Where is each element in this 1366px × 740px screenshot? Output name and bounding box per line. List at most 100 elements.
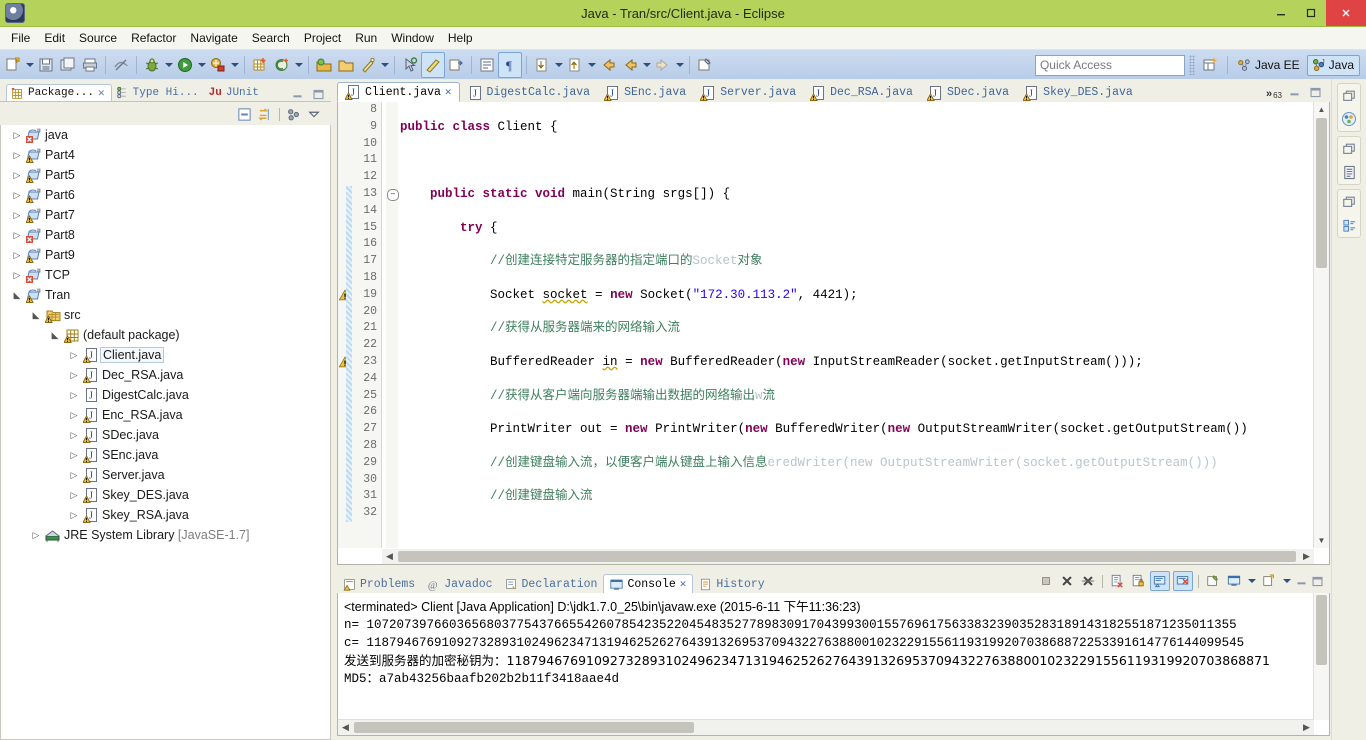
save-icon[interactable]: [35, 53, 57, 77]
open-perspective-icon[interactable]: [1199, 53, 1221, 77]
tree-item-src[interactable]: ◢ src: [1, 305, 330, 325]
minimize-icon[interactable]: [291, 88, 304, 101]
close-icon[interactable]: ✕: [445, 85, 452, 99]
tree-item-senc-java[interactable]: ▷ J SEnc.java: [1, 445, 330, 465]
chevron-right-icon[interactable]: ▷: [66, 390, 82, 401]
forward-icon[interactable]: [652, 53, 674, 77]
tree-item-part6[interactable]: ▷ Part6: [1, 185, 330, 205]
console-tab-problems[interactable]: Problems: [337, 575, 421, 593]
tree-item-default-package[interactable]: ◢ (default package): [1, 325, 330, 345]
run-dropdown-icon[interactable]: [196, 53, 207, 77]
console-tab-javadoc[interactable]: @ Javadoc: [421, 575, 498, 593]
chevron-right-icon[interactable]: ▷: [28, 530, 44, 541]
tree-item-sdec-java[interactable]: ▷ J SDec.java: [1, 425, 330, 445]
editor-tab-digestcalc-java[interactable]: J DigestCalc.java: [460, 83, 598, 102]
console-vertical-scrollbar[interactable]: [1313, 593, 1329, 720]
editor-tab-overflow[interactable]: » 63: [1266, 88, 1288, 102]
toolbar-grip[interactable]: [1188, 55, 1195, 75]
editor-tab-client-java[interactable]: J Client.java ✕: [337, 82, 460, 102]
previous-edit-dropdown-icon[interactable]: [586, 53, 597, 77]
menu-search[interactable]: Search: [245, 29, 297, 47]
chevron-right-icon[interactable]: ▷: [9, 170, 25, 181]
focus-icon[interactable]: [286, 107, 301, 122]
debug-dropdown-icon[interactable]: [163, 53, 174, 77]
chevron-right-icon[interactable]: ▷: [66, 430, 82, 441]
chevron-right-icon[interactable]: ▷: [66, 350, 82, 361]
terminate-icon[interactable]: [1037, 572, 1055, 590]
menu-edit[interactable]: Edit: [37, 29, 72, 47]
remove-all-terminated-icon[interactable]: [1079, 572, 1097, 590]
editor-tab-server-java[interactable]: J Server.java: [693, 83, 803, 102]
chevron-down-icon[interactable]: ◢: [28, 310, 44, 321]
tree-item-enc-rsa-java[interactable]: ▷ J Enc_RSA.java: [1, 405, 330, 425]
perspective-java[interactable]: J Java: [1306, 54, 1360, 76]
debug-icon[interactable]: [141, 53, 163, 77]
collapse-all-icon[interactable]: [237, 107, 252, 122]
tab-type-hierarchy[interactable]: Type Hi...: [112, 84, 205, 101]
previous-edit-location-icon[interactable]: [564, 53, 586, 77]
chevron-right-icon[interactable]: ▷: [66, 450, 82, 461]
show-console-on-output-icon[interactable]: [1150, 571, 1170, 591]
external-editor-icon[interactable]: [445, 53, 467, 77]
new-class-dropdown-icon[interactable]: [293, 53, 304, 77]
chevron-right-icon[interactable]: ▷: [66, 470, 82, 481]
external-tools-dropdown-icon[interactable]: [229, 53, 240, 77]
open-folder-icon[interactable]: [335, 53, 357, 77]
open-console-icon[interactable]: [1260, 572, 1278, 590]
pin-editor-icon[interactable]: [694, 53, 716, 77]
chevron-down-icon[interactable]: ◢: [47, 330, 63, 341]
package-explorer-mini-icon[interactable]: [1338, 109, 1360, 129]
maximize-icon[interactable]: [1311, 575, 1324, 588]
chevron-right-icon[interactable]: ▷: [66, 490, 82, 501]
new-java-package-icon[interactable]: [249, 53, 271, 77]
show-console-on-error-icon[interactable]: [1173, 571, 1193, 591]
console-tab-history[interactable]: History: [693, 575, 770, 593]
chevron-right-icon[interactable]: ▷: [9, 250, 25, 261]
view-menu-icon[interactable]: [307, 107, 321, 121]
chevron-down-icon[interactable]: [1246, 572, 1257, 590]
tree-item-server-java[interactable]: ▷ J Server.java: [1, 465, 330, 485]
clear-console-icon[interactable]: [1108, 572, 1126, 590]
back-icon[interactable]: [597, 53, 619, 77]
tab-junit[interactable]: Ju JUnit: [205, 84, 265, 101]
tree-item-jre-system-library[interactable]: ▷ JRE System Library [JavaSE-1.7]: [1, 525, 330, 545]
run-icon[interactable]: [174, 53, 196, 77]
chevron-right-icon[interactable]: ▷: [9, 270, 25, 281]
menu-run[interactable]: Run: [348, 29, 384, 47]
print-icon[interactable]: [79, 53, 101, 77]
editor-tab-dec-rsa-java[interactable]: J Dec_RSA.java: [803, 83, 920, 102]
remove-launch-icon[interactable]: [1058, 572, 1076, 590]
maximize-icon[interactable]: [312, 88, 325, 101]
pin-console-icon[interactable]: [1204, 572, 1222, 590]
menu-refactor[interactable]: Refactor: [124, 29, 183, 47]
tree-item-dec-rsa-java[interactable]: ▷ J Dec_RSA.java: [1, 365, 330, 385]
code-editor[interactable]: 8 9 10 11 12 13 14 15 16 17 18 19 20 21 22 23 24 25 26 27 28…: [337, 102, 1330, 565]
chevron-right-icon[interactable]: ▷: [9, 230, 25, 241]
editor-tab-skey-des-java[interactable]: J Skey_DES.java: [1016, 83, 1140, 102]
search-dropdown-icon[interactable]: [379, 53, 390, 77]
new-wizard-dropdown-icon[interactable]: [24, 53, 35, 77]
outline-mini-icon[interactable]: [1338, 162, 1360, 182]
restore-icon[interactable]: [1338, 192, 1360, 212]
console-tab-console[interactable]: Console ✕: [603, 574, 694, 593]
chevron-right-icon[interactable]: ▷: [66, 370, 82, 381]
menu-window[interactable]: Window: [384, 29, 441, 47]
console-horizontal-scrollbar[interactable]: ◀ ▶: [338, 719, 1314, 735]
new-class-icon[interactable]: [271, 53, 293, 77]
chevron-right-icon[interactable]: ▷: [66, 410, 82, 421]
editor-marker-gutter[interactable]: [338, 102, 353, 548]
tree-item-tcp[interactable]: ▷ TCP: [1, 265, 330, 285]
task-list-mini-icon[interactable]: [1338, 215, 1360, 235]
toggle-java-editor-icon[interactable]: [421, 52, 445, 78]
chevron-right-icon[interactable]: ▷: [9, 210, 25, 221]
restore-icon[interactable]: [1338, 86, 1360, 106]
tree-item-part4[interactable]: ▷ Part4: [1, 145, 330, 165]
next-annotation-icon[interactable]: [399, 53, 421, 77]
close-icon[interactable]: ✕: [98, 86, 105, 100]
tree-item-tran[interactable]: ◢ Tran: [1, 285, 330, 305]
editor-horizontal-scrollbar[interactable]: ◀ ▶: [382, 549, 1314, 564]
chevron-down-icon[interactable]: ◢: [9, 290, 25, 301]
open-type-icon[interactable]: [313, 53, 335, 77]
menu-help[interactable]: Help: [441, 29, 480, 47]
console-tab-declaration[interactable]: Declaration: [499, 575, 604, 593]
